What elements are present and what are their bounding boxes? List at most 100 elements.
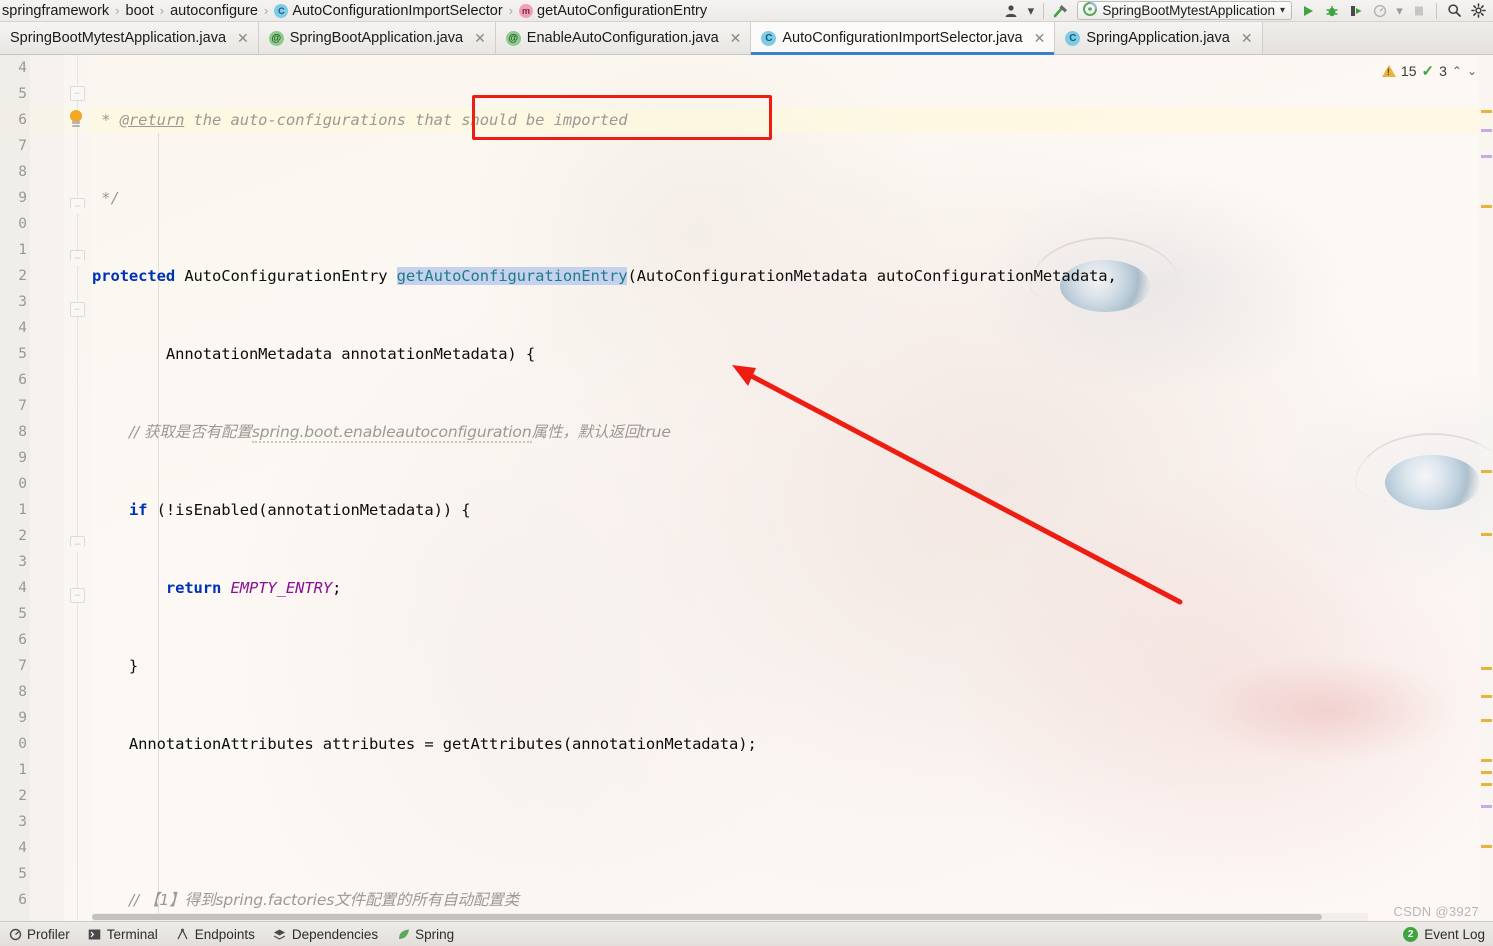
bottom-item-label: Terminal <box>106 926 158 942</box>
close-icon[interactable]: ✕ <box>1034 30 1046 47</box>
usage-stripe[interactable] <box>1481 129 1492 132</box>
line-number: 5 <box>18 606 27 622</box>
next-problem-icon[interactable]: ⌄ <box>1467 64 1477 78</box>
debug-bug-icon[interactable] <box>1321 1 1343 21</box>
hammer-build-icon[interactable] <box>1050 1 1072 21</box>
code-line: */ <box>92 189 120 207</box>
warning-stripe[interactable] <box>1481 470 1492 473</box>
tab-EnableAutoConfiguration[interactable]: @ EnableAutoConfiguration.java ✕ <box>495 22 752 54</box>
run-configuration-selector[interactable]: SpringBootMytestApplication ▾ <box>1077 1 1292 20</box>
usage-stripe[interactable] <box>1481 805 1492 808</box>
line-number: 5 <box>18 866 27 882</box>
tab-SpringApplication[interactable]: C SpringApplication.java ✕ <box>1055 22 1263 54</box>
warning-stripe[interactable] <box>1481 771 1492 774</box>
code-line: * @return the auto-configurations that s… <box>92 111 628 129</box>
bottom-item-spring[interactable]: Spring <box>396 927 454 942</box>
bottom-tool-window-bar: Profiler Terminal Endpoints Dependencies… <box>0 921 1493 946</box>
line-number: 1 <box>18 762 27 778</box>
run-with-coverage-icon[interactable] <box>1345 1 1367 21</box>
close-icon[interactable]: ✕ <box>474 30 486 47</box>
line-number: 5 <box>18 346 27 362</box>
breadcrumb-item-springframework[interactable]: springframework <box>0 0 111 22</box>
tab-label: EnableAutoConfiguration.java <box>526 30 719 46</box>
line-number: 2 <box>18 528 27 544</box>
check-mark-icon: ✓ <box>1421 63 1435 80</box>
class-icon: C <box>274 3 289 18</box>
warning-stripe[interactable] <box>1481 845 1492 848</box>
line-number: 4 <box>18 60 27 76</box>
class-icon: C <box>761 30 777 46</box>
event-log-label[interactable]: Event Log <box>1424 927 1485 942</box>
code-editor[interactable]: 4 5 6 7 8 9 0 1 2 3 4 5 6 7 8 9 0 1 2 3 … <box>0 55 1493 921</box>
warning-stripe[interactable] <box>1481 695 1492 698</box>
search-icon[interactable] <box>1443 1 1465 21</box>
horizontal-scrollbar[interactable] <box>92 913 1368 921</box>
bottom-item-terminal[interactable]: Terminal <box>88 927 158 942</box>
breadcrumb-item-autoconfigure[interactable]: autoconfigure <box>168 0 260 22</box>
warning-stripe[interactable] <box>1481 205 1492 208</box>
line-number: 9 <box>18 190 27 206</box>
warning-stripe[interactable] <box>1481 719 1492 722</box>
tab-AutoConfigurationImportSelector[interactable]: C AutoConfigurationImportSelector.java ✕ <box>751 22 1056 55</box>
tab-SpringBootApplication[interactable]: @ SpringBootApplication.java ✕ <box>258 22 496 54</box>
code-line: // 【1】得到spring.factories文件配置的所有自动配置类 <box>128 891 520 909</box>
breadcrumb-separator: › <box>508 3 514 18</box>
breadcrumb-item-boot[interactable]: boot <box>124 0 156 22</box>
tab-label: AutoConfigurationImportSelector.java <box>782 30 1023 46</box>
line-number: 6 <box>18 372 27 388</box>
breadcrumb-item-method[interactable]: m getAutoConfigurationEntry <box>517 0 709 22</box>
line-number: 0 <box>18 736 27 752</box>
breadcrumb-label: boot <box>125 2 154 19</box>
editor-icon-gutter[interactable] <box>64 55 92 921</box>
spring-class-icon: C <box>1065 30 1081 46</box>
gear-icon[interactable] <box>1467 1 1489 21</box>
breadcrumb-separator: › <box>159 3 165 18</box>
tab-SpringBootMytestApplication[interactable]: SpringBootMytestApplication.java ✕ <box>0 22 259 54</box>
line-number: 4 <box>18 840 27 856</box>
close-icon[interactable]: ✕ <box>1241 30 1253 47</box>
code-line: AnnotationMetadata annotationMetadata) { <box>92 345 536 363</box>
close-icon[interactable]: ✕ <box>730 30 742 47</box>
spring-boot-icon <box>1083 2 1098 19</box>
warning-stripe[interactable] <box>1481 667 1492 670</box>
user-profile-icon[interactable] <box>1000 1 1022 21</box>
warning-stripe[interactable] <box>1481 759 1492 762</box>
warning-stripe[interactable] <box>1481 783 1492 786</box>
event-log-count: 2 <box>1403 926 1419 942</box>
breadcrumb-item-class[interactable]: C AutoConfigurationImportSelector <box>272 0 504 22</box>
csdn-watermark: CSDN @3927 <box>1393 904 1479 919</box>
chevron-down-icon[interactable]: ▾ <box>1280 5 1285 16</box>
line-number: 3 <box>18 554 27 570</box>
bottom-bar-right: 2 Event Log <box>1403 926 1485 942</box>
bottom-item-dependencies[interactable]: Dependencies <box>273 927 378 942</box>
profile-caret-icon[interactable]: ▾ <box>1024 1 1037 21</box>
warning-stripe[interactable] <box>1481 533 1492 536</box>
run-play-icon[interactable] <box>1297 1 1319 21</box>
line-number: 9 <box>18 710 27 726</box>
stop-icon <box>1408 1 1430 21</box>
code-text-area[interactable]: * @return the auto-configurations that s… <box>92 55 1493 921</box>
previous-problem-icon[interactable]: ⌃ <box>1452 64 1462 78</box>
bottom-item-profiler[interactable]: Profiler <box>8 927 70 942</box>
line-number: 3 <box>18 294 27 310</box>
error-stripe-marker-gutter[interactable] <box>1479 55 1493 921</box>
line-number: 3 <box>18 814 27 830</box>
warning-stripe[interactable] <box>1481 110 1492 113</box>
bottom-item-endpoints[interactable]: Endpoints <box>176 927 255 942</box>
selected-method-name[interactable]: getAutoConfigurationEntry <box>396 267 628 285</box>
code-folding-gutter[interactable]: – – – – – – <box>30 55 85 921</box>
profiler-caret-icon[interactable]: ▾ <box>1393 1 1406 21</box>
intention-bulb-icon[interactable] <box>67 110 85 130</box>
inspection-widget[interactable]: 15 ✓ 3 ⌃ ⌄ <box>1381 58 1477 84</box>
scrollbar-thumb[interactable] <box>92 914 1322 920</box>
breadcrumb-label: springframework <box>2 2 110 19</box>
code-line: // 获取是否有配置spring.boot.enableautoconfigur… <box>128 423 671 443</box>
close-icon[interactable]: ✕ <box>237 30 249 47</box>
usage-stripe[interactable] <box>1481 155 1492 158</box>
endpoints-icon <box>176 927 190 941</box>
code-line: if (!isEnabled(annotationMetadata)) { <box>128 501 471 519</box>
code-line-signature: protected AutoConfigurationEntry getAuto… <box>92 267 1117 285</box>
line-number: 7 <box>18 138 27 154</box>
tab-label: SpringBootMytestApplication.java <box>10 30 227 46</box>
